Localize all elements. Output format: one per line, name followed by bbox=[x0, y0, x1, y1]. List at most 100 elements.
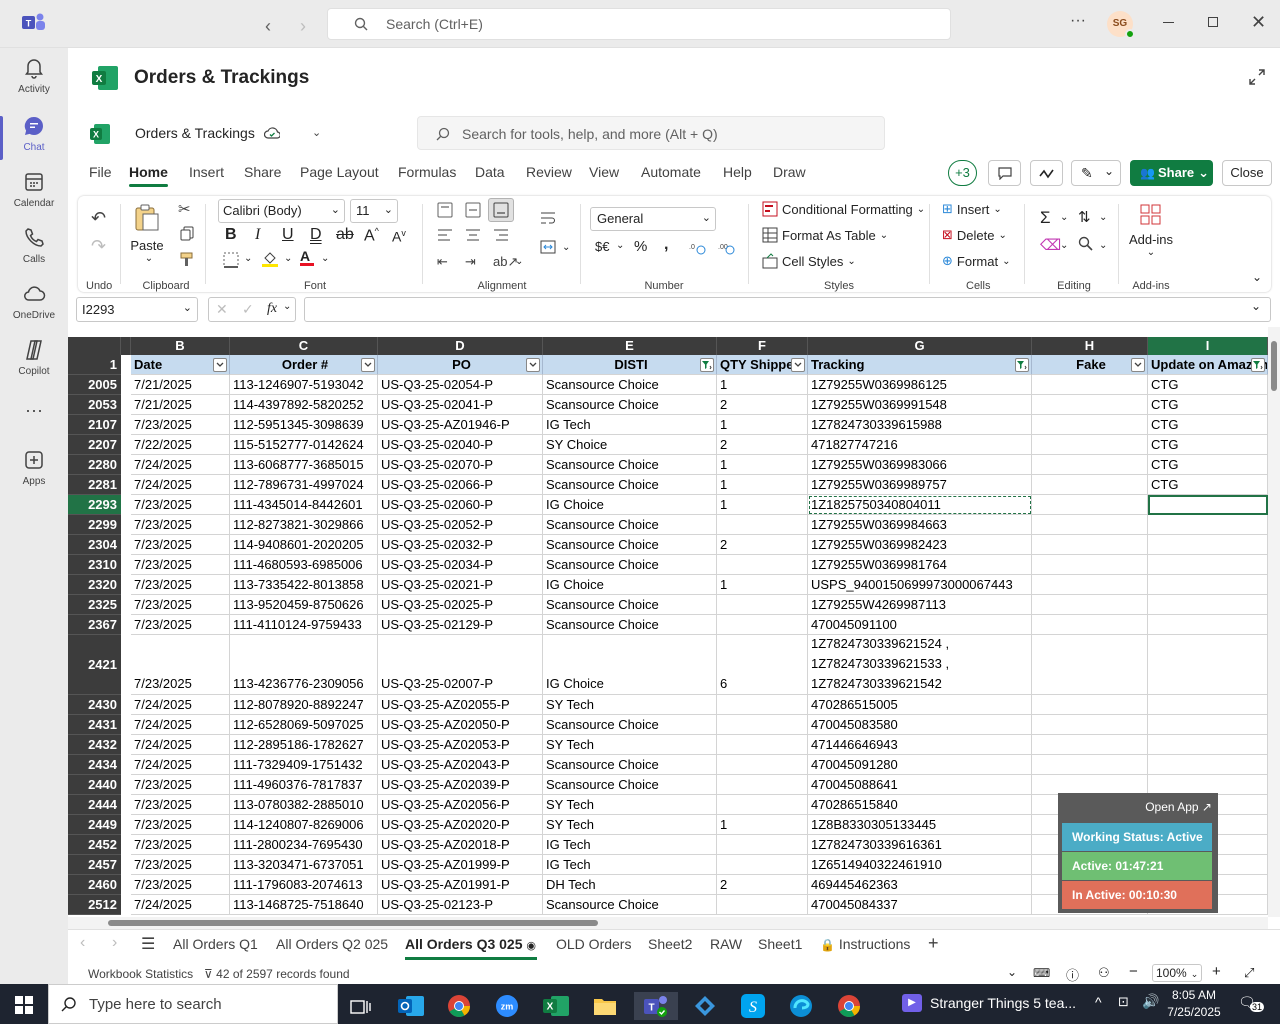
table-cell[interactable] bbox=[1148, 535, 1268, 555]
table-cell[interactable]: CTG bbox=[1148, 375, 1268, 395]
sheet-tab[interactable]: All Orders Q2 025 bbox=[276, 936, 388, 952]
table-cell[interactable]: 1 bbox=[717, 815, 808, 835]
table-cell[interactable]: 111-4680593-6985006 bbox=[230, 555, 378, 575]
zoom-out-icon[interactable]: − bbox=[1129, 963, 1138, 980]
filter-dropdown-icon[interactable] bbox=[361, 358, 375, 372]
table-cell[interactable] bbox=[1032, 635, 1148, 695]
row-header[interactable]: 2310 bbox=[68, 555, 121, 575]
table-cell[interactable] bbox=[1032, 715, 1148, 735]
sort-filter-icon[interactable]: ⇅ bbox=[1078, 208, 1091, 226]
table-cell[interactable] bbox=[1032, 495, 1148, 515]
table-cell[interactable]: 7/24/2025 bbox=[131, 695, 230, 715]
table-cell[interactable]: 2 bbox=[717, 535, 808, 555]
tools-search-box[interactable]: Search for tools, help, and more (Alt + … bbox=[417, 116, 885, 150]
table-cell[interactable]: 1 bbox=[717, 415, 808, 435]
table-cell[interactable] bbox=[1032, 695, 1148, 715]
teams-search-box[interactable]: Search (Ctrl+E) bbox=[327, 8, 951, 40]
table-cell[interactable]: 1 bbox=[717, 455, 808, 475]
table-cell[interactable]: 113-7335422-8013858 bbox=[230, 575, 378, 595]
align-right-icon[interactable] bbox=[493, 228, 509, 242]
table-cell[interactable]: 1Z79255W0369983066 bbox=[808, 455, 1032, 475]
table-cell[interactable]: 113-3203471-6737051 bbox=[230, 855, 378, 875]
table-cell[interactable]: Scansource Choice bbox=[543, 395, 717, 415]
align-middle-icon[interactable] bbox=[465, 202, 481, 218]
back-arrow-icon[interactable]: ‹ bbox=[265, 16, 271, 37]
chevron-down-icon[interactable]: ⌄ bbox=[244, 253, 252, 264]
sheet-tab[interactable]: Sheet1 bbox=[758, 936, 802, 952]
redo-icon[interactable]: ↷ bbox=[91, 236, 106, 257]
strikethrough-icon[interactable]: ab bbox=[336, 226, 354, 244]
status-chevron-icon[interactable]: ⌄ bbox=[1007, 965, 1017, 979]
row-header[interactable]: 1 bbox=[68, 355, 121, 375]
table-cell[interactable]: 7/22/2025 bbox=[131, 435, 230, 455]
table-cell[interactable]: 113-9520459-8750626 bbox=[230, 595, 378, 615]
table-cell[interactable] bbox=[717, 735, 808, 755]
table-cell[interactable] bbox=[717, 835, 808, 855]
formula-expand-chevron-icon[interactable]: ⌄ bbox=[1251, 299, 1261, 313]
table-cell[interactable]: 7/23/2025 bbox=[131, 815, 230, 835]
underline-icon[interactable]: U bbox=[282, 226, 294, 244]
table-cell[interactable]: 7/24/2025 bbox=[131, 895, 230, 915]
filter-active-icon[interactable] bbox=[700, 358, 714, 372]
table-cell[interactable]: US-Q3-25-AZ01991-P bbox=[378, 875, 543, 895]
share-button[interactable]: 👥 Share ⌄ bbox=[1130, 160, 1213, 186]
table-header-cell[interactable]: Order # bbox=[230, 355, 378, 375]
table-cell[interactable]: 6 bbox=[717, 635, 808, 695]
table-cell[interactable]: 1Z6514940322461910 bbox=[808, 855, 1032, 875]
row-header[interactable]: 2299 bbox=[68, 515, 121, 535]
row-header[interactable]: 2432 bbox=[68, 735, 121, 755]
rail-item-activity[interactable]: Activity bbox=[0, 56, 68, 95]
row-header[interactable]: 2367 bbox=[68, 615, 121, 635]
font-size-select[interactable]: 11 ⌄ bbox=[350, 199, 398, 223]
table-cell[interactable]: 1Z79255W0369991548 bbox=[808, 395, 1032, 415]
table-cell[interactable]: Scansource Choice bbox=[543, 755, 717, 775]
table-cell[interactable] bbox=[1148, 595, 1268, 615]
table-cell[interactable]: 111-4110124-9759433 bbox=[230, 615, 378, 635]
table-cell[interactable]: US-Q3-25-02007-P bbox=[378, 635, 543, 695]
table-cell[interactable]: Scansource Choice bbox=[543, 775, 717, 795]
table-header-cell[interactable]: DISTI bbox=[543, 355, 717, 375]
table-cell[interactable] bbox=[717, 615, 808, 635]
zoom-in-icon[interactable]: + bbox=[1212, 963, 1221, 980]
column-header-i[interactable]: I bbox=[1148, 337, 1268, 355]
table-cell[interactable] bbox=[1148, 575, 1268, 595]
tab-share[interactable]: Share bbox=[244, 164, 281, 180]
chevron-down-icon[interactable]: ⌄ bbox=[1099, 240, 1107, 251]
table-cell[interactable]: 1 bbox=[717, 575, 808, 595]
file-explorer-icon[interactable] bbox=[590, 992, 622, 1020]
insert-cells-button[interactable]: ⊞ Insert ⌄ bbox=[942, 201, 1002, 217]
table-cell[interactable]: 7/21/2025 bbox=[131, 395, 230, 415]
table-cell[interactable]: US-Q3-25-AZ02055-P bbox=[378, 695, 543, 715]
table-cell[interactable] bbox=[1032, 775, 1148, 795]
comma-style-icon[interactable]: , bbox=[664, 236, 668, 254]
italic-icon[interactable]: I bbox=[255, 226, 260, 244]
tab-draw[interactable]: Draw bbox=[773, 164, 806, 180]
table-cell[interactable]: US-Q3-25-AZ02020-P bbox=[378, 815, 543, 835]
table-cell[interactable] bbox=[717, 775, 808, 795]
table-cell[interactable]: 112-2895186-1782627 bbox=[230, 735, 378, 755]
table-cell[interactable] bbox=[1148, 755, 1268, 775]
file-name[interactable]: Orders & Trackings bbox=[135, 125, 255, 141]
table-cell[interactable]: 469445462363 bbox=[808, 875, 1032, 895]
table-cell[interactable] bbox=[717, 555, 808, 575]
table-cell[interactable]: IG Tech bbox=[543, 415, 717, 435]
table-cell[interactable] bbox=[1032, 615, 1148, 635]
column-header-f[interactable]: F bbox=[717, 337, 808, 355]
align-top-icon[interactable] bbox=[437, 202, 453, 218]
table-cell[interactable]: US-Q3-25-02041-P bbox=[378, 395, 543, 415]
sheet-next-icon[interactable]: › bbox=[112, 934, 117, 952]
filter-active-icon[interactable] bbox=[1251, 358, 1265, 372]
table-cell[interactable]: CTG bbox=[1148, 455, 1268, 475]
row-header[interactable]: 2280 bbox=[68, 455, 121, 475]
table-cell[interactable] bbox=[1148, 775, 1268, 795]
format-as-table-button[interactable]: Format As Table ⌄ bbox=[762, 227, 888, 243]
edge-icon[interactable] bbox=[786, 992, 818, 1020]
close-window-icon[interactable]: ✕ bbox=[1251, 12, 1266, 33]
table-cell[interactable]: US-Q3-25-02054-P bbox=[378, 375, 543, 395]
table-cell[interactable]: CTG bbox=[1148, 475, 1268, 495]
table-cell[interactable]: SY Tech bbox=[543, 795, 717, 815]
keyboard-icon[interactable]: ⌨ bbox=[1033, 966, 1050, 980]
align-center-icon[interactable] bbox=[465, 228, 481, 242]
chevron-down-icon[interactable]: ⌄ bbox=[1060, 212, 1068, 223]
column-header-d[interactable]: D bbox=[378, 337, 543, 355]
